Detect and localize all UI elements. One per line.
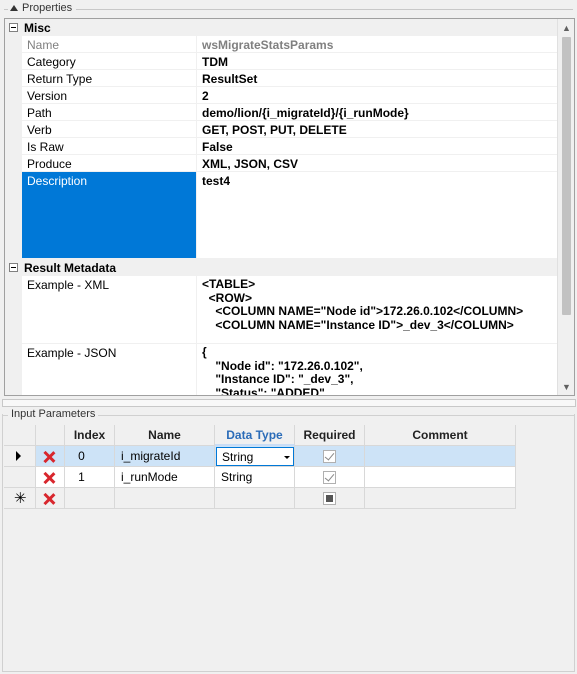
- comment-cell[interactable]: [365, 467, 516, 488]
- panel-splitter[interactable]: [2, 399, 576, 407]
- row-header[interactable]: [4, 467, 36, 488]
- comment-cell[interactable]: [365, 488, 516, 509]
- property-value[interactable]: { "Node id": "172.26.0.102", "Instance I…: [197, 344, 558, 395]
- name-value: i_migrateId: [121, 449, 181, 463]
- property-value[interactable]: <TABLE> <ROW> <COLUMN NAME="Node id">172…: [197, 276, 558, 343]
- name-cell[interactable]: i_runMode: [115, 467, 215, 488]
- property-value[interactable]: demo/lion/{i_migrateId}/{i_runMode}: [197, 104, 558, 120]
- delete-x-icon[interactable]: [43, 493, 55, 505]
- grid-header-row: Index Name Data Type Required Comment: [4, 425, 516, 446]
- scroll-down-icon[interactable]: ▼: [558, 378, 574, 395]
- delete-row-button[interactable]: [36, 488, 65, 509]
- property-value[interactable]: ResultSet: [197, 70, 558, 86]
- column-header-name[interactable]: Name: [115, 425, 215, 446]
- name-cell[interactable]: i_migrateId: [115, 446, 215, 467]
- row-header-corner[interactable]: [4, 425, 36, 446]
- vertical-scrollbar[interactable]: ▲ ▼: [557, 19, 574, 395]
- property-name: Verb: [22, 121, 197, 137]
- property-value: wsMigrateStatsParams: [202, 38, 334, 52]
- column-header-index[interactable]: Index: [65, 425, 115, 446]
- new-row-star-icon: ✳: [14, 490, 27, 507]
- required-cell[interactable]: [295, 446, 365, 467]
- chevron-down-icon[interactable]: [284, 456, 290, 459]
- row-pointer-icon: [16, 451, 21, 461]
- property-value[interactable]: GET, POST, PUT, DELETE: [197, 121, 558, 137]
- property-name: Is Raw: [22, 138, 197, 154]
- category-label: Result Metadata: [24, 260, 117, 275]
- property-grid-frame: Misc Name wsMigrateStatsParams Category …: [4, 18, 575, 396]
- properties-group-header: Properties: [0, 0, 577, 18]
- collapse-toggle-icon[interactable]: [9, 263, 18, 272]
- properties-title: Properties: [22, 2, 73, 14]
- table-row[interactable]: 1 i_runMode String: [4, 467, 516, 488]
- index-cell[interactable]: 0: [65, 446, 115, 467]
- required-checkbox[interactable]: [323, 450, 336, 463]
- property-name: Version: [22, 87, 197, 103]
- property-row-name[interactable]: Name wsMigrateStatsParams: [22, 36, 558, 53]
- input-parameters-title: Input Parameters: [8, 408, 99, 420]
- category-misc[interactable]: Misc: [5, 19, 558, 36]
- column-header-required[interactable]: Required: [295, 425, 365, 446]
- data-type-cell[interactable]: String: [215, 446, 295, 467]
- category-result-metadata[interactable]: Result Metadata: [5, 259, 558, 276]
- property-row-description[interactable]: Description test4: [22, 172, 558, 259]
- property-row-version[interactable]: Version 2: [22, 87, 558, 104]
- property-name: Name: [22, 36, 197, 52]
- category-label: Misc: [24, 20, 51, 35]
- property-value[interactable]: 2: [197, 87, 558, 103]
- property-name: Produce: [22, 155, 197, 171]
- property-grid: Misc Name wsMigrateStatsParams Category …: [5, 19, 558, 395]
- collapse-toggle-icon[interactable]: [9, 23, 18, 32]
- delete-x-icon[interactable]: [43, 472, 55, 484]
- required-cell[interactable]: [295, 488, 365, 509]
- index-cell[interactable]: [65, 488, 115, 509]
- property-row-example-json[interactable]: Example - JSON { "Node id": "172.26.0.10…: [22, 344, 558, 395]
- data-type-value: String: [222, 450, 254, 464]
- index-cell[interactable]: 1: [65, 467, 115, 488]
- row-header[interactable]: ✳: [4, 488, 36, 509]
- properties-caption[interactable]: Properties: [8, 2, 77, 14]
- row-header[interactable]: [4, 446, 36, 467]
- delete-column-header: [36, 425, 65, 446]
- collapse-up-icon[interactable]: [10, 5, 18, 11]
- property-value[interactable]: TDM: [197, 53, 558, 69]
- property-value[interactable]: False: [197, 138, 558, 154]
- property-name: Category: [22, 53, 197, 69]
- name-cell[interactable]: [115, 488, 215, 509]
- data-type-cell[interactable]: String: [215, 467, 295, 488]
- scroll-thumb[interactable]: [562, 37, 571, 315]
- required-checkbox[interactable]: [323, 492, 336, 505]
- property-row-is-raw[interactable]: Is Raw False: [22, 138, 558, 155]
- index-value: 0: [78, 449, 85, 463]
- property-row-category[interactable]: Category TDM: [22, 53, 558, 70]
- required-cell[interactable]: [295, 467, 365, 488]
- data-type-value: String: [221, 470, 253, 484]
- table-row[interactable]: 0 i_migrateId String: [4, 446, 516, 467]
- property-name: Return Type: [22, 70, 197, 86]
- property-row-produce[interactable]: Produce XML, JSON, CSV: [22, 155, 558, 172]
- property-value[interactable]: XML, JSON, CSV: [197, 155, 558, 171]
- column-header-comment[interactable]: Comment: [365, 425, 516, 446]
- property-row-path[interactable]: Path demo/lion/{i_migrateId}/{i_runMode}: [22, 104, 558, 121]
- property-row-verb[interactable]: Verb GET, POST, PUT, DELETE: [22, 121, 558, 138]
- property-name: Path: [22, 104, 197, 120]
- property-value[interactable]: test4: [197, 172, 558, 258]
- property-name: Description: [22, 172, 197, 258]
- column-header-data-type[interactable]: Data Type: [215, 425, 295, 446]
- comment-cell[interactable]: [365, 446, 516, 467]
- scroll-up-icon[interactable]: ▲: [558, 19, 574, 36]
- name-value: i_runMode: [121, 470, 178, 484]
- index-value: 1: [78, 470, 85, 484]
- required-checkbox[interactable]: [323, 471, 336, 484]
- data-type-cell[interactable]: [215, 488, 295, 509]
- delete-x-icon[interactable]: [43, 451, 55, 463]
- property-name: Example - JSON: [22, 344, 197, 395]
- property-row-return-type[interactable]: Return Type ResultSet: [22, 70, 558, 87]
- property-name: Example - XML: [22, 276, 197, 343]
- data-type-dropdown[interactable]: String: [216, 447, 294, 466]
- new-row[interactable]: ✳: [4, 488, 516, 509]
- property-row-example-xml[interactable]: Example - XML <TABLE> <ROW> <COLUMN NAME…: [22, 276, 558, 344]
